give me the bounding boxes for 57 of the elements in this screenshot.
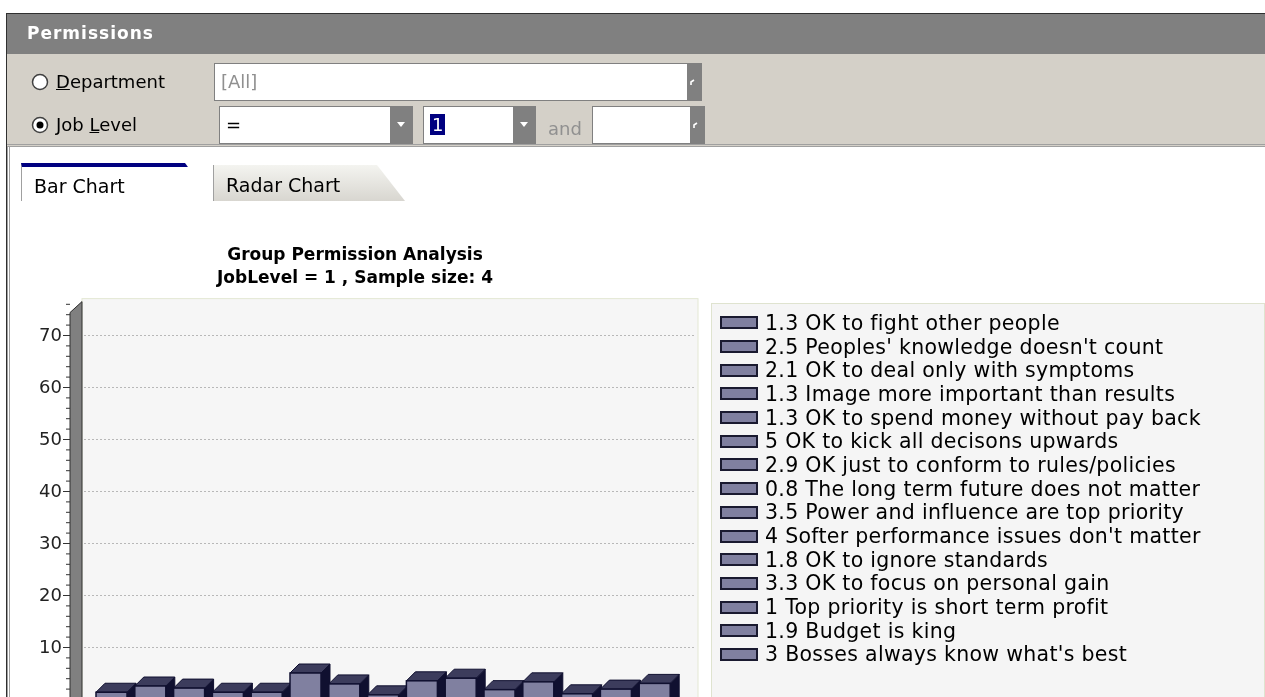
legend-label: 1.8 OK to ignore standards	[765, 547, 1049, 572]
operator-dropdown[interactable]: =	[219, 105, 413, 144]
legend-label: 3.3 OK to focus on personal gain	[765, 571, 1110, 596]
legend-swatch	[720, 505, 758, 519]
y-tick-label: 60	[39, 376, 62, 397]
legend-label: 3 Bosses always know what's best	[765, 642, 1128, 667]
legend-swatch	[720, 316, 758, 330]
upper-level-field[interactable]	[591, 105, 705, 144]
filter-label: Job Level	[56, 114, 137, 135]
bar	[211, 682, 253, 697]
legend-label: 1 Top priority is short term profit	[765, 595, 1109, 620]
legend-label: 1.3 Image more important than results	[765, 381, 1176, 406]
legend-label: 5 OK to kick all decisons upwards	[765, 429, 1119, 454]
radio-button[interactable]	[31, 72, 49, 91]
y-tick-label: 20	[39, 584, 62, 605]
legend-label: 2.1 OK to deal only with symptoms	[765, 358, 1135, 383]
bar	[172, 678, 215, 697]
chart-subtitle: JobLevel = 1 , Sample size: 4	[215, 266, 494, 289]
y-tick-label: 10	[39, 636, 62, 657]
and-label: and	[547, 118, 583, 139]
legend-label: 0.8 The long term future does not matter	[765, 476, 1201, 501]
legend-swatch	[720, 647, 758, 661]
panel-title: Permissions	[26, 22, 154, 44]
legend-swatch	[720, 387, 758, 401]
radio-button[interactable]	[31, 115, 49, 134]
legend-swatch	[720, 411, 758, 425]
bar	[638, 673, 680, 697]
tab[interactable]: Radar Chart	[213, 165, 405, 201]
legend-label: 2.9 OK just to conform to rules/policies	[765, 452, 1176, 477]
y-tick-label: 50	[39, 428, 62, 449]
y-tick-label: 30	[39, 532, 62, 553]
legend-label: 1.3 OK to spend money without pay back	[765, 405, 1201, 430]
legend-swatch	[720, 624, 758, 638]
legend-label: 2.5 Peoples' knowledge doesn't count	[765, 334, 1164, 359]
filter-label: Department	[56, 71, 165, 92]
legend-swatch	[720, 529, 758, 543]
dropdown-icon[interactable]	[520, 121, 528, 128]
y-tick-label: 70	[39, 324, 62, 345]
legend-label: 4 Softer performance issues don't matter	[765, 524, 1201, 549]
legend-label: 3.5 Power and influence are top priority	[765, 500, 1185, 525]
legend-swatch	[720, 576, 758, 590]
legend-swatch	[720, 482, 758, 496]
bar	[599, 679, 641, 697]
legend-label: 1.9 Budget is king	[765, 618, 957, 643]
legend-swatch	[720, 340, 758, 354]
legend-label: 1.3 OK to fight other people	[765, 310, 1060, 335]
dropdown-icon[interactable]	[397, 121, 405, 128]
legend-swatch	[720, 553, 758, 567]
bar	[95, 682, 137, 697]
legend-swatch	[720, 458, 758, 472]
chart-title: Group Permission Analysis	[226, 243, 484, 266]
bar	[134, 676, 176, 697]
legend-swatch	[720, 363, 758, 377]
legend-swatch	[720, 434, 758, 448]
legend-swatch	[720, 600, 758, 614]
y-tick-label: 40	[39, 480, 62, 501]
level-dropdown[interactable]: 1	[423, 105, 536, 144]
